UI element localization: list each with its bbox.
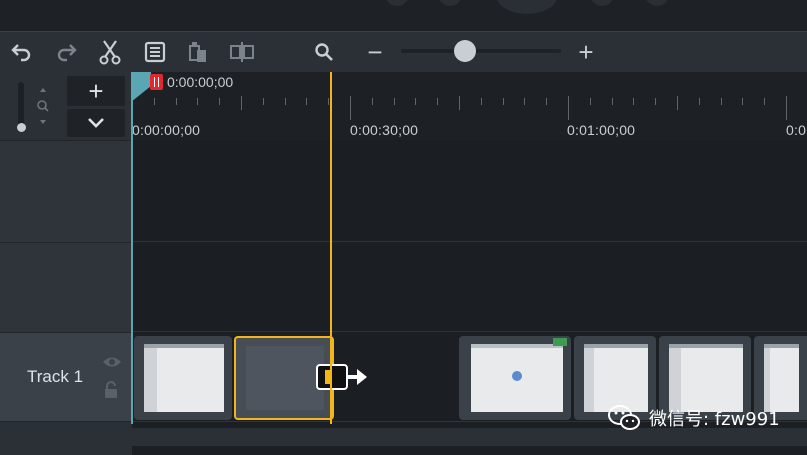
wechat-icon <box>608 405 640 430</box>
playhead-time: 0:00:00;00 <box>167 74 234 90</box>
track-controls: + <box>0 72 132 140</box>
top-play-button[interactable] <box>496 0 558 14</box>
ruler-tick <box>175 98 177 105</box>
ruler-tick <box>568 96 569 120</box>
top-bar <box>0 0 807 30</box>
zoom-slider-track[interactable] <box>401 49 561 53</box>
ruler-tick <box>589 98 591 105</box>
top-control-circle[interactable] <box>645 0 669 6</box>
clip-thumbnail <box>764 344 799 412</box>
playhead-flag[interactable] <box>150 74 163 90</box>
track-name: Track 1 <box>27 367 84 386</box>
undo-icon <box>11 44 31 62</box>
ruler-tick <box>262 98 264 105</box>
lock-icon[interactable] <box>104 381 118 399</box>
ruler-tick <box>480 98 482 105</box>
ruler-tick <box>786 96 787 120</box>
ruler-tick <box>546 98 548 105</box>
ruler-tick <box>459 96 460 110</box>
clip-badge <box>553 338 567 346</box>
playhead-line[interactable] <box>330 72 332 424</box>
copy-button[interactable] <box>135 32 175 72</box>
track-header-1[interactable]: Track 1 <box>0 332 132 421</box>
cut-button[interactable] <box>90 32 130 72</box>
top-control-circle[interactable] <box>438 0 462 6</box>
media-clip[interactable] <box>134 336 232 420</box>
ruler-tick <box>241 96 242 110</box>
ruler-tick <box>655 98 657 105</box>
scissors-icon <box>99 40 121 65</box>
ruler-tick <box>611 98 613 105</box>
magnifier-icon <box>315 43 333 61</box>
add-track-button[interactable]: + <box>67 76 125 106</box>
track-header-2[interactable] <box>0 242 132 332</box>
ruler-tick <box>393 98 395 105</box>
clip-thumbnail <box>144 344 224 412</box>
zoom-slider-thumb[interactable] <box>454 40 476 62</box>
track-height-thumb[interactable] <box>17 123 26 132</box>
ruler-tick <box>219 98 221 105</box>
clip-thumbnail <box>584 344 648 412</box>
lane-divider <box>132 331 807 332</box>
ruler-tick <box>524 98 526 105</box>
zoom-out-button[interactable]: − <box>355 32 395 72</box>
start-marker-line <box>131 88 133 424</box>
search-button[interactable] <box>304 32 344 72</box>
ruler-tick <box>698 98 700 105</box>
media-clip[interactable] <box>459 336 571 420</box>
ruler-tick <box>677 96 678 110</box>
ruler-tick <box>306 98 308 105</box>
split-button[interactable] <box>222 32 262 72</box>
paste-button[interactable] <box>178 32 218 72</box>
clip-thumbnail <box>471 344 563 412</box>
zoom-in-button[interactable]: + <box>566 32 606 72</box>
top-control-circle[interactable] <box>385 0 409 6</box>
clip-thumbnail <box>246 346 324 410</box>
undo-button[interactable] <box>2 32 42 72</box>
zoom-height-icon <box>37 88 49 124</box>
collapse-tracks-button[interactable] <box>67 109 125 137</box>
ruler-tick <box>197 98 199 105</box>
copy-icon <box>144 41 166 63</box>
ruler-tick <box>437 98 439 105</box>
paste-icon <box>189 42 206 62</box>
track-header-footer <box>0 421 132 455</box>
redo-button[interactable] <box>46 32 86 72</box>
eye-icon[interactable] <box>102 355 122 369</box>
redo-icon <box>57 44 77 62</box>
ruler-tick <box>720 98 722 105</box>
extend-frame-cursor <box>315 362 370 392</box>
split-icon <box>230 42 254 62</box>
ruler-tick <box>284 98 286 105</box>
ruler-tick <box>153 98 155 105</box>
arrow-right-icon <box>316 364 367 390</box>
ruler-tick <box>764 98 766 105</box>
ruler-tick <box>633 98 635 105</box>
ruler-label: 0:0 <box>786 122 807 138</box>
ruler-tick <box>415 98 417 105</box>
ruler-label: 0:01:00;00 <box>567 122 636 138</box>
ruler-tick <box>371 98 373 105</box>
ruler-label: 0:00:00;00 <box>132 122 201 138</box>
watermark-text: 微信号: fzw991 <box>649 409 780 430</box>
chevron-down-icon <box>88 118 104 128</box>
ruler-tick <box>502 98 504 105</box>
time-ruler[interactable] <box>132 72 807 140</box>
watermark: 微信号: fzw991 <box>607 404 780 432</box>
ruler-label: 0:00:30;00 <box>350 122 419 138</box>
track-header-3[interactable] <box>0 140 132 242</box>
lane-divider <box>132 241 807 242</box>
ruler-tick <box>350 96 351 120</box>
ruler-tick <box>742 98 744 105</box>
top-control-circle[interactable] <box>590 0 614 6</box>
track-height-slider[interactable] <box>18 82 24 128</box>
clip-thumbnail <box>669 344 743 412</box>
